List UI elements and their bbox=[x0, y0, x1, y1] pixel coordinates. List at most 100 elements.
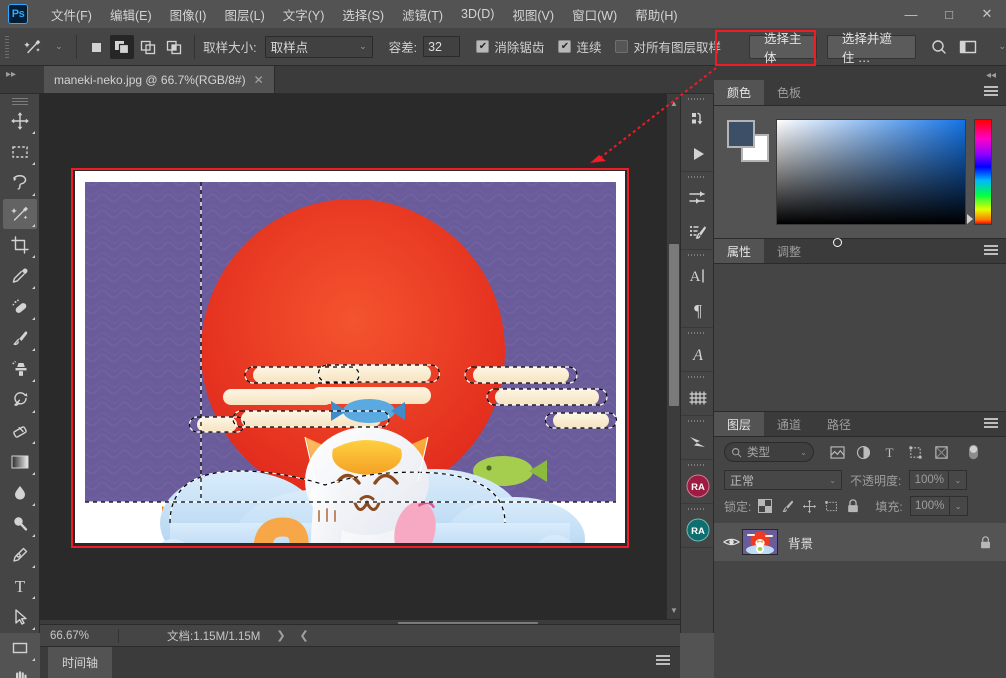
subtract-from-selection-button[interactable] bbox=[136, 35, 160, 59]
rail-grip-3[interactable] bbox=[681, 250, 713, 259]
hue-slider-marker[interactable] bbox=[967, 214, 973, 224]
layer-filter-select[interactable]: 类型 ⌄ bbox=[724, 442, 814, 462]
type-tool[interactable]: T bbox=[3, 571, 37, 601]
menu-view[interactable]: 视图(V) bbox=[503, 1, 563, 28]
rectangular-marquee-tool[interactable] bbox=[3, 137, 37, 167]
rail-grip-4[interactable] bbox=[681, 328, 713, 337]
menu-help[interactable]: 帮助(H) bbox=[626, 1, 686, 28]
toolbox-collapse-icon[interactable]: ▸▸ bbox=[6, 69, 16, 80]
layers-panel-menu-button[interactable] bbox=[984, 418, 998, 428]
rail-grip-2[interactable] bbox=[681, 172, 713, 181]
gradient-tool[interactable] bbox=[3, 447, 37, 477]
eraser-tool[interactable] bbox=[3, 416, 37, 446]
filter-type-icon[interactable]: T bbox=[878, 441, 900, 463]
fill-slider-caret[interactable]: ⌄ bbox=[950, 496, 968, 516]
hand-tool[interactable] bbox=[3, 664, 37, 678]
tab-properties[interactable]: 属性 bbox=[714, 239, 764, 263]
move-tool[interactable] bbox=[3, 106, 37, 136]
select-subject-button[interactable]: 选择主体 bbox=[749, 35, 817, 59]
character-panel-icon[interactable]: A bbox=[681, 259, 715, 293]
pattern-panel-icon[interactable] bbox=[681, 381, 715, 415]
toolbox-grip[interactable] bbox=[0, 96, 39, 106]
spot-healing-brush-tool[interactable] bbox=[3, 292, 37, 322]
brush-settings-panel-icon[interactable] bbox=[681, 215, 715, 249]
color-selection-marker[interactable] bbox=[833, 238, 842, 247]
tab-color[interactable]: 颜色 bbox=[714, 80, 764, 105]
tool-preset-caret[interactable]: ⌄ bbox=[55, 41, 63, 52]
select-and-mask-button[interactable]: 选择并遮住 … bbox=[827, 35, 917, 59]
menu-image[interactable]: 图像(I) bbox=[161, 1, 216, 28]
tab-layers[interactable]: 图层 bbox=[714, 412, 764, 436]
tab-channels[interactable]: 通道 bbox=[764, 412, 814, 436]
menu-filter[interactable]: 滤镜(T) bbox=[393, 1, 452, 28]
properties-panel-menu-button[interactable] bbox=[984, 245, 998, 255]
glyphs-panel-icon[interactable]: A bbox=[681, 337, 715, 371]
options-bar-grip[interactable] bbox=[3, 36, 9, 58]
status-collapse-icon[interactable]: ❮ bbox=[300, 629, 309, 642]
blend-mode-select[interactable]: 正常 ⌄ bbox=[724, 470, 842, 490]
clone-stamp-tool[interactable] bbox=[3, 354, 37, 384]
filter-smart-object-icon[interactable] bbox=[930, 441, 952, 463]
menu-type[interactable]: 文字(Y) bbox=[274, 1, 334, 28]
canvas-vertical-scrollbar[interactable]: ▲ ▼ bbox=[666, 94, 680, 633]
rail-grip-5[interactable] bbox=[681, 372, 713, 381]
opacity-slider-caret[interactable]: ⌄ bbox=[949, 470, 967, 490]
maximize-button[interactable]: □ bbox=[930, 0, 968, 28]
filter-adjustment-icon[interactable] bbox=[852, 441, 874, 463]
menu-select[interactable]: 选择(S) bbox=[333, 1, 393, 28]
pen-tool[interactable] bbox=[3, 540, 37, 570]
document-tab-close-icon[interactable]: ✕ bbox=[254, 73, 264, 87]
color-picker-body[interactable] bbox=[714, 106, 1006, 238]
paths-panel-icon[interactable] bbox=[681, 425, 715, 459]
magic-wand-tool[interactable] bbox=[3, 199, 37, 229]
filter-shape-icon[interactable] bbox=[904, 441, 926, 463]
brush-tool[interactable] bbox=[3, 323, 37, 353]
scroll-down-icon[interactable]: ▼ bbox=[667, 603, 680, 617]
crop-tool[interactable] bbox=[3, 230, 37, 260]
actions-panel-icon[interactable] bbox=[681, 137, 715, 171]
tolerance-input[interactable]: 32 bbox=[423, 36, 460, 57]
status-expand-icon[interactable]: ❯ bbox=[276, 629, 285, 642]
contiguous-checkbox[interactable]: ✔ 连续 bbox=[558, 37, 601, 56]
history-brush-tool[interactable] bbox=[3, 385, 37, 415]
history-panel-icon[interactable] bbox=[681, 103, 715, 137]
tab-timeline[interactable]: 时间轴 bbox=[48, 647, 112, 678]
dodge-tool[interactable] bbox=[3, 509, 37, 539]
table-row[interactable]: 背景 bbox=[714, 523, 1006, 561]
tab-paths[interactable]: 路径 bbox=[814, 412, 864, 436]
rectangle-tool[interactable] bbox=[3, 633, 37, 663]
selection-mode-group[interactable] bbox=[84, 35, 186, 59]
document-tab[interactable]: maneki-neko.jpg @ 66.7%(RGB/8#) ✕ bbox=[44, 66, 275, 93]
layers-panel-tabs[interactable]: 图层 通道 路径 bbox=[714, 411, 1006, 437]
layer-name[interactable]: 背景 bbox=[788, 533, 979, 552]
layer-visibility-toggle[interactable] bbox=[720, 536, 742, 548]
color-panel-tabs[interactable]: 颜色 色板 bbox=[714, 80, 1006, 106]
extension-ra-red-icon[interactable]: RA bbox=[681, 469, 715, 503]
menu-file[interactable]: 文件(F) bbox=[42, 1, 101, 28]
lasso-tool[interactable] bbox=[3, 168, 37, 198]
properties-panel-tabs[interactable]: 属性 调整 bbox=[714, 238, 1006, 264]
rail-grip-7[interactable] bbox=[681, 460, 713, 469]
menu-bar[interactable]: 文件(F) 编辑(E) 图像(I) 图层(L) 文字(Y) 选择(S) 滤镜(T… bbox=[42, 1, 687, 28]
search-icon[interactable] bbox=[930, 38, 948, 56]
tab-adjustments[interactable]: 调整 bbox=[764, 239, 814, 263]
intersect-selection-button[interactable] bbox=[162, 35, 186, 59]
workspace-caret[interactable]: ⌄ bbox=[998, 41, 1006, 52]
sample-size-select[interactable]: 取样点 ⌄ bbox=[265, 36, 373, 58]
hue-slider[interactable] bbox=[974, 119, 992, 225]
sample-all-layers-checkbox[interactable]: ✔ 对所有图层取样 bbox=[615, 37, 721, 56]
new-selection-button[interactable] bbox=[84, 35, 108, 59]
color-panel-menu-button[interactable] bbox=[984, 86, 998, 96]
lock-all-icon[interactable] bbox=[846, 498, 860, 514]
lock-image-pixels-icon[interactable] bbox=[779, 498, 795, 514]
extension-ra-teal-icon[interactable]: RA bbox=[681, 513, 715, 547]
eyedropper-tool[interactable] bbox=[3, 261, 37, 291]
lock-position-icon[interactable] bbox=[802, 499, 817, 514]
color-gradient-field[interactable] bbox=[776, 119, 966, 225]
document-canvas[interactable] bbox=[75, 171, 625, 543]
menu-layer[interactable]: 图层(L) bbox=[215, 1, 273, 28]
rail-grip-8[interactable] bbox=[681, 504, 713, 513]
filter-toggle-icon[interactable] bbox=[962, 441, 984, 463]
menu-edit[interactable]: 编辑(E) bbox=[101, 1, 161, 28]
add-to-selection-button[interactable] bbox=[110, 35, 134, 59]
